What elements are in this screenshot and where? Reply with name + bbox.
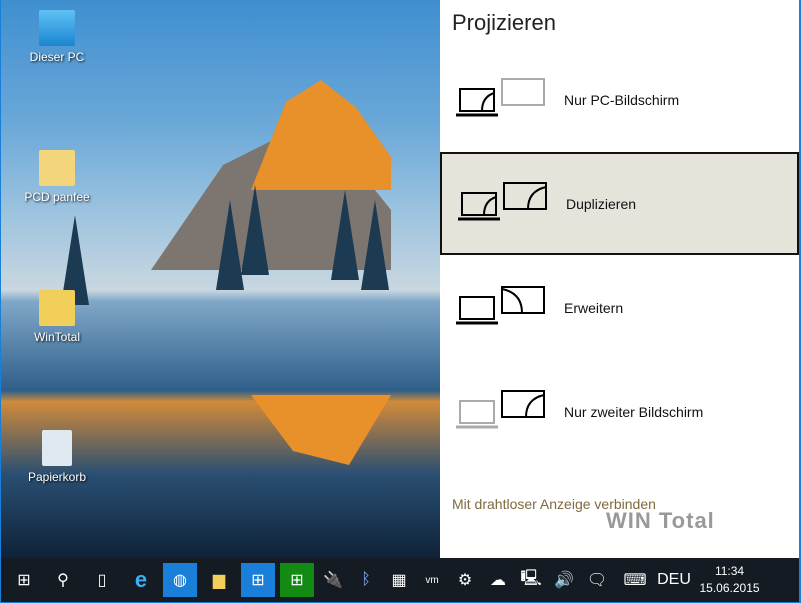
network-icon[interactable]: 🖳 — [517, 563, 545, 597]
desktop-icon-wintotal[interactable]: WinTotal — [17, 290, 97, 344]
firewall-icon[interactable]: ▦ — [385, 563, 413, 597]
bluetooth-icon[interactable]: ᛒ — [352, 563, 380, 597]
windows-logo-icon: ⊞ — [17, 572, 31, 589]
option-duplicate[interactable]: Duplizieren — [440, 152, 799, 255]
desktop-wallpaper: Dieser PC PCD panfee WinTotal Papierkorb — [1, 0, 440, 558]
settings-gears-icon[interactable]: ⚙ — [451, 563, 479, 597]
internet-explorer-icon: e — [134, 567, 148, 592]
task-view-button[interactable]: ▯ — [85, 563, 119, 597]
store-icon: ⊞ — [251, 572, 265, 589]
user-folder-icon — [39, 150, 75, 186]
pc-screen-only-icon — [456, 77, 545, 116]
extend-icon — [456, 285, 545, 324]
ie-button[interactable]: e — [124, 563, 158, 597]
option-extend[interactable]: Erweitern — [440, 256, 799, 359]
vmware-icon[interactable]: vm — [418, 563, 446, 597]
option-second-screen-only[interactable]: Nur zweiter Bildschirm — [440, 360, 799, 463]
panel-title: Projizieren — [452, 10, 556, 35]
project-panel: Projizieren Nur PC-Bildschirm Dupliziere… — [440, 0, 799, 558]
volume-icon[interactable]: 🔊 — [550, 563, 578, 597]
onedrive-icon[interactable]: ☁ — [484, 563, 512, 597]
second-screen-only-icon — [456, 389, 545, 428]
wintotal-watermark: WIN Total — [606, 508, 715, 533]
computer-icon — [39, 10, 75, 46]
file-explorer-button[interactable]: ▆ — [202, 563, 236, 597]
clock[interactable]: 11:34 15.06.2015 — [700, 563, 760, 597]
keyboard-icon[interactable]: ⌨ — [616, 563, 654, 597]
browser-button[interactable]: ◍ — [163, 563, 197, 597]
search-icon: ⚲ — [57, 572, 69, 589]
duplicate-icon — [458, 181, 547, 220]
desktop-icon-papierkorb[interactable]: Papierkorb — [17, 430, 97, 484]
option-pc-screen-only[interactable]: Nur PC-Bildschirm — [440, 48, 799, 151]
desktop-icon-pcd-panfee[interactable]: PCD panfee — [17, 150, 97, 204]
store-green-button[interactable]: ⊞ — [280, 563, 314, 597]
language-indicator[interactable]: DEU — [657, 563, 691, 597]
folder-icon: ▆ — [212, 572, 226, 589]
search-button[interactable]: ⚲ — [46, 563, 80, 597]
globe-icon: ◍ — [173, 572, 187, 589]
start-button[interactable]: ⊞ — [7, 563, 41, 597]
taskbar: ⊞ ⚲ ▯ e ◍ ▆ ⊞ ⊞ 🔌 ᛒ ▦ vm ⚙ ☁ 🖳 🔊 🗨 ⌨ DEU… — [1, 558, 799, 602]
store-button[interactable]: ⊞ — [241, 563, 275, 597]
usb-tray-icon[interactable]: 🔌 — [319, 563, 347, 597]
task-view-icon: ▯ — [97, 572, 107, 589]
desktop-icon-dieser-pc[interactable]: Dieser PC — [17, 10, 97, 64]
store-icon: ⊞ — [290, 572, 304, 589]
action-center-icon[interactable]: 🗨 — [583, 563, 611, 597]
recycle-bin-icon — [42, 430, 72, 466]
folder-icon — [39, 290, 75, 326]
